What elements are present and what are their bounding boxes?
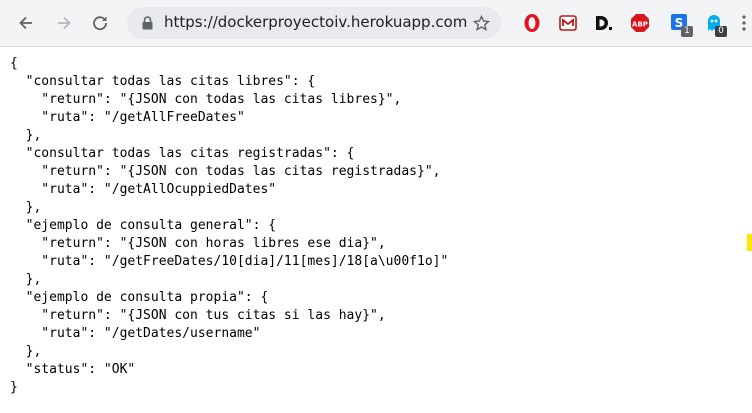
forward-button[interactable] — [49, 8, 79, 38]
bookmark-star-icon[interactable] — [473, 15, 490, 32]
json-line: "return": "{JSON con todas las citas reg… — [10, 164, 441, 179]
browser-toolbar: https://dockerproyectoiv.herokuapp.com A… — [0, 0, 752, 47]
json-line: }, — [10, 272, 42, 287]
menu-icon[interactable] — [737, 13, 751, 33]
json-line: }, — [10, 128, 42, 143]
json-line: "consultar todas las citas registradas":… — [10, 146, 355, 161]
json-line: "consultar todas las citas libres": { — [10, 74, 316, 89]
json-line: "ruta": "/getDates/username" — [10, 326, 261, 341]
reload-button[interactable] — [85, 8, 115, 38]
url-text: https://dockerproyectoiv.herokuapp.com — [164, 13, 468, 31]
lock-icon — [142, 16, 153, 30]
json-line: "ruta": "/getAllFreeDates" — [10, 110, 245, 125]
json-response-body: { "consultar todas las citas libres": { … — [10, 55, 448, 397]
json-line: "ejemplo de consulta general": { — [10, 218, 277, 233]
back-button[interactable] — [11, 8, 41, 38]
json-line: "status": "OK" — [10, 362, 136, 377]
json-line: "ruta": "/getFreeDates/10[dia]/11[mes]/1… — [10, 254, 449, 269]
reload-icon — [93, 16, 107, 31]
ghostery-badge: 0 — [715, 26, 727, 37]
s-badge: 1 — [681, 26, 693, 37]
s-icon[interactable]: S 1 — [669, 13, 693, 37]
forward-arrow-icon — [58, 16, 71, 30]
d-icon[interactable] — [593, 13, 613, 33]
json-line: "return": "{JSON con tus citas si las ha… — [10, 308, 386, 323]
json-line: "return": "{JSON con horas libres ese di… — [10, 236, 386, 251]
mcafee-icon[interactable] — [558, 13, 578, 33]
json-line: } — [10, 380, 18, 395]
json-line: "ejemplo de consulta propia": { — [10, 290, 269, 305]
address-bar[interactable]: https://dockerproyectoiv.herokuapp.com — [127, 7, 501, 39]
json-line: { — [10, 56, 18, 71]
opera-icon[interactable] — [522, 13, 542, 33]
svg-text:ABP: ABP — [632, 21, 648, 29]
json-line: "return": "{JSON con todas las citas lib… — [10, 92, 402, 107]
ghostery-icon[interactable]: 0 — [704, 13, 727, 37]
back-arrow-icon — [19, 16, 32, 30]
json-line: }, — [10, 200, 42, 215]
adblock-plus-icon[interactable]: ABP — [630, 13, 650, 33]
json-line: }, — [10, 344, 42, 359]
scroll-marker — [747, 234, 752, 251]
json-line: "ruta": "/getAllOcuppiedDates" — [10, 182, 277, 197]
